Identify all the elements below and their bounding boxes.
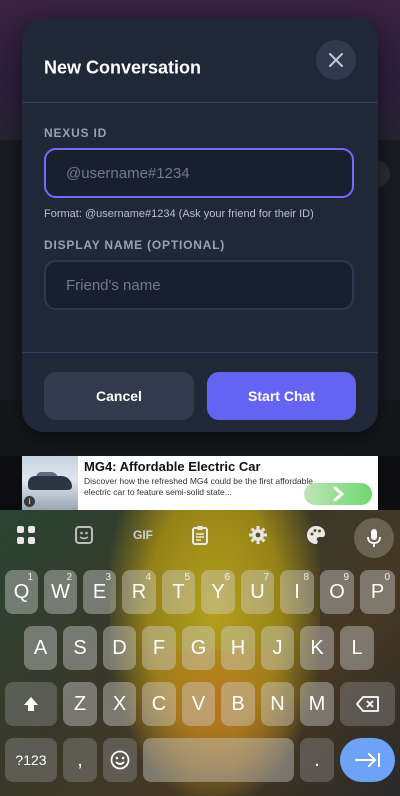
key-o-letter: O <box>329 580 345 603</box>
backspace-icon <box>355 696 379 712</box>
key-o[interactable]: O9 <box>320 570 354 614</box>
ad-edge-left <box>0 456 22 510</box>
key-d[interactable]: D <box>103 626 136 670</box>
theme-palette-icon[interactable] <box>304 523 328 547</box>
key-z[interactable]: Z <box>63 682 97 726</box>
key-q[interactable]: Q1 <box>5 570 38 614</box>
header-divider <box>22 102 378 103</box>
key-p-letter: P <box>370 580 385 603</box>
enter-key[interactable] <box>340 738 395 782</box>
footer-divider <box>22 352 378 353</box>
ad-title: MG4: Affordable Electric Car <box>84 459 261 474</box>
display-name-input[interactable] <box>46 262 352 308</box>
ad-description: Discover how the refreshed MG4 could be … <box>84 476 313 497</box>
next-field-arrow-icon <box>354 753 380 767</box>
nexus-id-field-container <box>44 148 354 198</box>
key-y-number: 6 <box>224 572 230 583</box>
display-name-field-container <box>44 260 354 310</box>
key-c[interactable]: C <box>142 682 176 726</box>
key-u-letter: U <box>250 580 265 603</box>
key-e-number: 3 <box>105 572 111 583</box>
key-s[interactable]: S <box>63 626 97 670</box>
ad-cta-button[interactable] <box>304 483 372 505</box>
key-u-number: 7 <box>263 572 269 583</box>
key-t[interactable]: T5 <box>162 570 195 614</box>
clipboard-icon[interactable] <box>188 523 212 547</box>
key-t-letter: T <box>172 580 185 603</box>
key-y-letter: Y <box>211 580 225 603</box>
space-bar[interactable] <box>143 738 294 782</box>
key-r-number: 4 <box>145 572 151 583</box>
shift-arrow-icon <box>24 697 38 711</box>
start-chat-button[interactable]: Start Chat <box>207 372 356 420</box>
display-name-label: DISPLAY NAME (OPTIONAL) <box>44 238 226 252</box>
new-conversation-dialog: New Conversation NEXUS ID Format: @usern… <box>22 18 378 432</box>
key-p-number: 0 <box>384 572 390 583</box>
nexus-id-input[interactable] <box>46 150 352 196</box>
ad-edge-right <box>378 456 400 510</box>
close-icon <box>329 53 343 67</box>
ad-car-image: i <box>22 456 78 510</box>
key-k[interactable]: K <box>300 626 334 670</box>
key-w-number: 2 <box>66 572 72 583</box>
key-r[interactable]: R4 <box>122 570 156 614</box>
key-i-letter: I <box>294 580 300 603</box>
nexus-id-hint: Format: @username#1234 (Ask your friend … <box>44 208 314 220</box>
close-button[interactable] <box>316 40 356 80</box>
apps-grid-icon[interactable] <box>14 523 38 547</box>
ad-info-icon[interactable]: i <box>24 496 35 507</box>
period-key[interactable]: . <box>300 738 334 782</box>
microphone-icon <box>367 529 381 547</box>
sticker-icon[interactable] <box>72 523 96 547</box>
key-o-number: 9 <box>343 572 349 583</box>
key-i[interactable]: I8 <box>280 570 314 614</box>
key-n[interactable]: N <box>261 682 294 726</box>
key-a[interactable]: A <box>24 626 57 670</box>
key-r-letter: R <box>131 580 147 603</box>
key-g[interactable]: G <box>182 626 215 670</box>
emoji-key[interactable] <box>103 738 137 782</box>
key-q-letter: Q <box>13 580 30 603</box>
settings-gear-icon[interactable] <box>246 523 270 547</box>
key-x[interactable]: X <box>103 682 136 726</box>
nexus-id-label: NEXUS ID <box>44 126 108 140</box>
key-t-number: 5 <box>184 572 190 583</box>
ad-car-body <box>28 476 72 490</box>
key-f[interactable]: F <box>142 626 176 670</box>
key-q-number: 1 <box>27 572 33 583</box>
gif-button[interactable]: GIF <box>128 523 158 547</box>
key-w[interactable]: W2 <box>44 570 77 614</box>
key-m[interactable]: M <box>300 682 334 726</box>
key-b[interactable]: B <box>221 682 255 726</box>
key-e-letter: E <box>92 580 107 603</box>
ad-banner[interactable]: i MG4: Affordable Electric Car Discover … <box>22 456 378 510</box>
shift-key[interactable] <box>5 682 57 726</box>
cancel-button[interactable]: Cancel <box>44 372 194 420</box>
dialog-title: New Conversation <box>44 57 202 78</box>
key-y[interactable]: Y6 <box>201 570 235 614</box>
key-p[interactable]: P0 <box>360 570 395 614</box>
key-j[interactable]: J <box>261 626 294 670</box>
comma-key[interactable]: , <box>63 738 97 782</box>
voice-input-button[interactable] <box>354 518 394 558</box>
key-e[interactable]: E3 <box>83 570 116 614</box>
key-l[interactable]: L <box>340 626 374 670</box>
key-v[interactable]: V <box>182 682 215 726</box>
key-w-letter: W <box>51 580 70 603</box>
key-u[interactable]: U7 <box>241 570 274 614</box>
emoji-icon <box>110 750 130 770</box>
symbols-key[interactable]: ?123 <box>5 738 57 782</box>
on-screen-keyboard: GIF Q1 W2 E3 R4 T5 Y6 U7 I8 O9 P0 A S D … <box>0 510 400 796</box>
backspace-key[interactable] <box>340 682 395 726</box>
chevron-right-icon <box>333 486 344 502</box>
key-h[interactable]: H <box>221 626 255 670</box>
key-i-number: 8 <box>303 572 309 583</box>
